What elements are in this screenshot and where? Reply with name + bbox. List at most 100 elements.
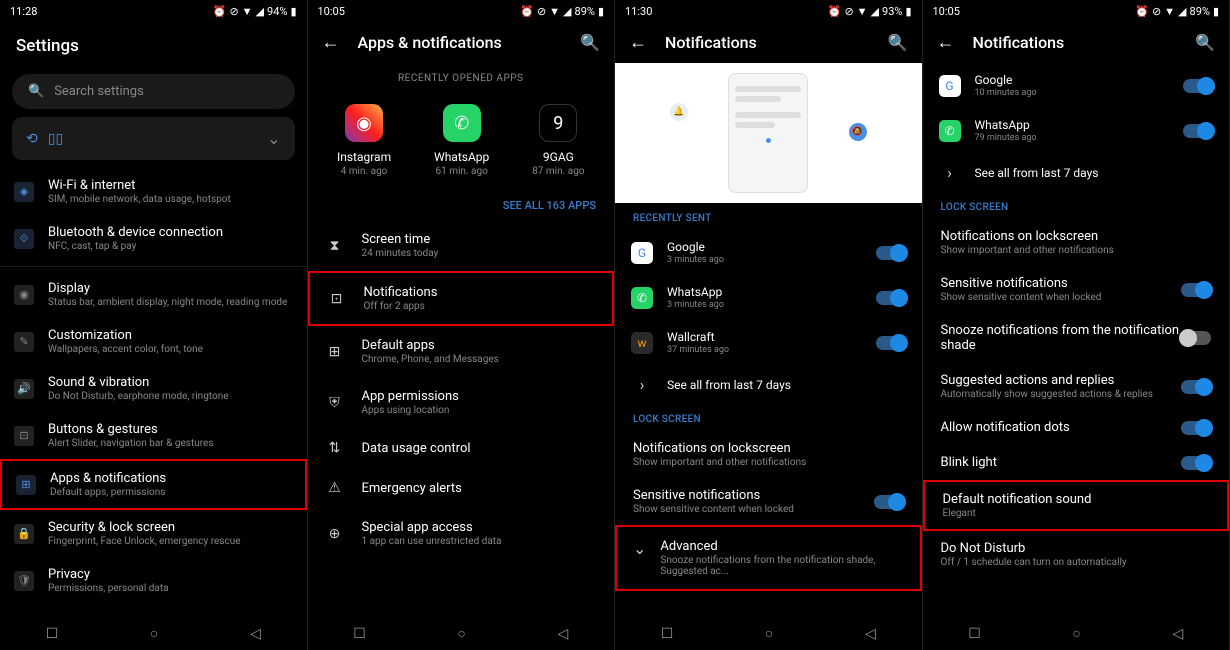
screen-notifications-2: 10:05 ⏰ ⊘ ▼ ◢ 89% ▮ ← Notifications 🔍 G … xyxy=(923,0,1230,650)
nav-recent[interactable]: ☐ xyxy=(46,626,59,642)
settings-item-privacy[interactable]: 🛡 Privacy Permissions, personal data xyxy=(0,557,307,604)
notif-google[interactable]: G Google 3 minutes ago xyxy=(615,230,922,275)
notif-whatsapp[interactable]: ✆ WhatsApp 79 minutes ago xyxy=(923,108,1230,153)
back-icon[interactable]: ← xyxy=(322,32,340,53)
search-icon[interactable]: 🔍 xyxy=(1195,33,1215,52)
signal-icon: ◢ xyxy=(256,5,264,18)
page-title: Notifications xyxy=(665,33,870,52)
alarm-icon: ⏰ xyxy=(213,5,227,18)
google-icon: G xyxy=(939,75,961,97)
toggle[interactable] xyxy=(1183,79,1213,93)
notification-icon: ⊡ xyxy=(328,291,346,307)
see-all-7days[interactable]: › See all from last 7 days xyxy=(923,153,1230,192)
recent-app-instagram[interactable]: ◉ Instagram 4 min. ago xyxy=(337,104,391,177)
item-snooze[interactable]: Snooze notifications from the notificati… xyxy=(923,313,1230,363)
toggle[interactable] xyxy=(874,495,904,509)
toggle[interactable] xyxy=(1181,456,1211,470)
sensitive-notifications[interactable]: Sensitive notifications Show sensitive c… xyxy=(615,478,922,525)
bluetooth-icon: ⟐ xyxy=(14,229,34,249)
special-icon: ⊕ xyxy=(326,526,344,542)
search-icon[interactable]: 🔍 xyxy=(888,33,908,52)
dnd-icon: ⊘ xyxy=(229,5,238,18)
notif-wallcraft[interactable]: w Wallcraft 37 minutes ago xyxy=(615,320,922,365)
nav-back[interactable]: ◁ xyxy=(865,626,876,642)
toggle[interactable] xyxy=(1181,331,1211,345)
customization-icon: ✎ xyxy=(14,332,34,352)
advanced-row[interactable]: ⌄ Advanced Snooze notifications from the… xyxy=(615,525,922,591)
item-suggested[interactable]: Suggested actions and replies Automatica… xyxy=(923,363,1230,410)
nav-back[interactable]: ◁ xyxy=(557,626,568,642)
signal-icon: ◢ xyxy=(871,5,879,18)
phone-mockup xyxy=(728,73,808,193)
see-all-7days[interactable]: › See all from last 7 days xyxy=(615,365,922,404)
notif-whatsapp[interactable]: ✆ WhatsApp 3 minutes ago xyxy=(615,275,922,320)
settings-item-security[interactable]: 🔒 Security & lock screen Fingerprint, Fa… xyxy=(0,510,307,557)
toggle[interactable] xyxy=(876,291,906,305)
setting-data-usage[interactable]: ⇅ Data usage control xyxy=(308,428,615,468)
back-icon[interactable]: ← xyxy=(937,32,955,53)
nav-recent[interactable]: ☐ xyxy=(661,626,674,642)
recent-app-whatsapp[interactable]: ✆ WhatsApp 61 min. ago xyxy=(434,104,489,177)
toggle[interactable] xyxy=(1181,421,1211,435)
lock-icon: 🔒 xyxy=(14,524,34,544)
nav-bar: ☐ ○ ◁ xyxy=(308,615,615,650)
settings-item-customization[interactable]: ✎ Customization Wallpapers, accent color… xyxy=(0,318,307,365)
setting-special-access[interactable]: ⊕ Special app access 1 app can use unres… xyxy=(308,508,615,559)
settings-item-sound[interactable]: 🔊 Sound & vibration Do Not Disturb, earp… xyxy=(0,365,307,412)
nav-home[interactable]: ○ xyxy=(1072,625,1080,642)
setting-default-apps[interactable]: ⊞ Default apps Chrome, Phone, and Messag… xyxy=(308,326,615,377)
setting-notifications[interactable]: ⊡ Notifications Off for 2 apps xyxy=(308,271,615,326)
toggle[interactable] xyxy=(1181,283,1211,297)
toggle[interactable] xyxy=(1181,380,1211,394)
wifi-icon: ▼ xyxy=(549,5,560,18)
toggle[interactable] xyxy=(1183,124,1213,138)
screen-apps-notifications: 10:05 ⏰ ⊘ ▼ ◢ 89% ▮ ← Apps & notificatio… xyxy=(308,0,616,650)
item-lock-notifications[interactable]: Notifications on lockscreen Show importa… xyxy=(923,219,1230,266)
chevron-down-icon: ⌄ xyxy=(633,539,646,558)
settings-item-apps[interactable]: ⊞ Apps & notifications Default apps, per… xyxy=(0,459,307,510)
recent-app-9gag[interactable]: 9 9GAG 87 min. ago xyxy=(532,104,584,177)
settings-item-buttons[interactable]: ⊡ Buttons & gestures Alert Slider, navig… xyxy=(0,412,307,459)
default-apps-icon: ⊞ xyxy=(326,344,344,360)
battery-text: 89% xyxy=(575,5,595,18)
nav-back[interactable]: ◁ xyxy=(1172,626,1183,642)
setting-permissions[interactable]: ⛨ App permissions Apps using location xyxy=(308,377,615,428)
apps-icon: ⊞ xyxy=(16,475,36,495)
nav-home[interactable]: ○ xyxy=(765,625,773,642)
quick-toggle-pill[interactable]: ⟲ ▯▯ ⌄ xyxy=(12,117,295,160)
toggle[interactable] xyxy=(876,336,906,350)
settings-item-display[interactable]: ◉ Display Status bar, ambient display, n… xyxy=(0,271,307,318)
dnd-icon: ⊘ xyxy=(844,5,853,18)
item-dots[interactable]: Allow notification dots xyxy=(923,410,1230,445)
nav-home[interactable]: ○ xyxy=(150,625,158,642)
battery-icon: ▮ xyxy=(1213,5,1219,18)
nav-home[interactable]: ○ xyxy=(457,625,465,642)
item-dnd[interactable]: Do Not Disturb Off / 1 schedule can turn… xyxy=(923,531,1230,578)
page-title: Settings xyxy=(0,22,307,68)
nav-recent[interactable]: ☐ xyxy=(968,626,981,642)
settings-item-wifi[interactable]: ◈ Wi-Fi & internet SIM, mobile network, … xyxy=(0,168,307,215)
nav-recent[interactable]: ☐ xyxy=(353,626,366,642)
search-input[interactable]: 🔍 Search settings xyxy=(12,74,295,109)
nav-back[interactable]: ◁ xyxy=(250,626,261,642)
lock-notifications[interactable]: Notifications on lockscreen Show importa… xyxy=(615,431,922,478)
data-icon: ⇅ xyxy=(326,440,344,456)
search-icon[interactable]: 🔍 xyxy=(580,33,600,52)
see-all-apps[interactable]: SEE ALL 163 APPS xyxy=(308,191,615,220)
item-blink[interactable]: Blink light xyxy=(923,445,1230,480)
battery-icon: ▮ xyxy=(598,5,604,18)
item-default-sound[interactable]: Default notification sound Elegant xyxy=(923,480,1230,531)
status-bar: 11:28 ⏰ ⊘ ▼ ◢ 94% ▮ xyxy=(0,0,307,22)
battery-text: 89% xyxy=(1190,5,1210,18)
item-sensitive[interactable]: Sensitive notifications Show sensitive c… xyxy=(923,266,1230,313)
back-icon[interactable]: ← xyxy=(629,32,647,53)
settings-item-bluetooth[interactable]: ⟐ Bluetooth & device connection NFC, cas… xyxy=(0,215,307,262)
dnd-icon: ⊘ xyxy=(1152,5,1161,18)
status-bar: 10:05 ⏰ ⊘ ▼ ◢ 89% ▮ xyxy=(923,0,1230,22)
notif-google[interactable]: G Google 10 minutes ago xyxy=(923,63,1230,108)
toggle[interactable] xyxy=(876,246,906,260)
9gag-icon: 9 xyxy=(539,104,577,142)
setting-emergency[interactable]: ⚠ Emergency alerts xyxy=(308,468,615,508)
setting-screen-time[interactable]: ⧗ Screen time 24 minutes today xyxy=(308,220,615,271)
time: 11:28 xyxy=(10,5,37,18)
